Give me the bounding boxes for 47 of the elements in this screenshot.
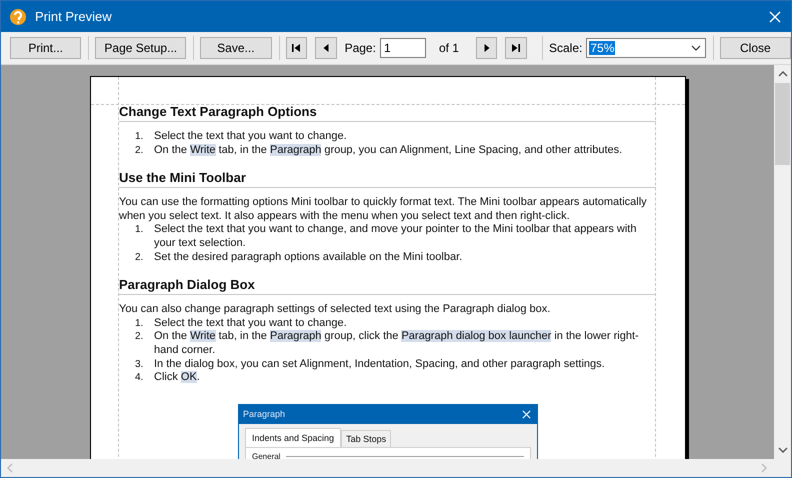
paragraph: You can also change paragraph settings of selected text using the Paragraph dialog box. bbox=[119, 303, 552, 317]
scroll-down-icon[interactable] bbox=[778, 447, 788, 453]
first-page-button[interactable] bbox=[286, 37, 308, 59]
scroll-thumb[interactable] bbox=[775, 83, 790, 165]
save-button[interactable]: Save... bbox=[200, 37, 272, 59]
list-item-text: On the Write tab, in the Paragraph group, click the Paragraph dialog box launcher in the lower right-hand corner. bbox=[154, 330, 640, 358]
last-page-button[interactable] bbox=[505, 37, 528, 59]
section-heading: Change Text Paragraph Options bbox=[119, 103, 656, 122]
paragraph: You can use the formatting options Mini toolbar to quickly format text. The Mini toolbar appears automatically when you select text. It also appears with the menu when you select text and then right-click. bbox=[119, 196, 648, 224]
list-number: 3. bbox=[135, 358, 144, 372]
list-item-text: Click OK. bbox=[154, 371, 201, 385]
section-heading: Paragraph Dialog Box bbox=[119, 276, 656, 296]
list-item-text: Select the text that you want to change, and move your pointer to the Mini toolbar that appears with your text selection. bbox=[154, 223, 638, 251]
list-number: 2. bbox=[135, 250, 144, 264]
page-setup-button[interactable]: Page Setup... bbox=[95, 37, 186, 59]
list-item-text: Select the text that you want to change. bbox=[154, 130, 348, 144]
list-number: 1. bbox=[135, 316, 144, 330]
list-number: 4. bbox=[135, 371, 144, 385]
list-number: 2. bbox=[135, 330, 144, 344]
next-page-button[interactable] bbox=[476, 37, 498, 59]
scroll-up-icon[interactable] bbox=[778, 71, 788, 77]
previous-page-button[interactable] bbox=[315, 37, 337, 59]
list-number: 1. bbox=[135, 223, 144, 238]
list-item-text: On the Write tab, in the Paragraph group, you can Alignment, Line Spacing, and other attributes. bbox=[154, 144, 624, 158]
close-icon bbox=[522, 410, 531, 419]
list-item-text: Set the desired paragraph options available on the Mini toolbar. bbox=[154, 250, 464, 264]
list-number: 2. bbox=[135, 144, 144, 158]
list-item-text: In the dialog box, you can set Alignment, Indentation, Spacing, and other paragraph settings. bbox=[154, 358, 606, 372]
page-field[interactable]: 1 bbox=[380, 38, 426, 58]
scale-dropdown[interactable]: 75% bbox=[586, 38, 706, 58]
group-label: General bbox=[252, 452, 280, 459]
close-button[interactable]: Close bbox=[720, 37, 792, 59]
first-page-icon bbox=[291, 43, 302, 53]
close-icon[interactable] bbox=[769, 10, 781, 22]
print-button[interactable]: Print... bbox=[10, 37, 82, 59]
page-count: of 1 bbox=[438, 41, 459, 55]
caret-icon bbox=[690, 45, 701, 51]
right-triangle-icon bbox=[482, 43, 492, 53]
scale-label: Scale: bbox=[549, 41, 582, 55]
section-heading: Use the Mini Toolbar bbox=[119, 169, 656, 188]
list-item-text: Select the text that you want to change. bbox=[154, 316, 348, 330]
dialog-title: Paragraph bbox=[243, 409, 286, 420]
last-page-icon bbox=[511, 43, 522, 53]
page-label: Page: bbox=[344, 41, 376, 55]
list-number: 1. bbox=[135, 130, 144, 144]
app-icon bbox=[9, 8, 27, 26]
window-title: Print Preview bbox=[35, 9, 113, 24]
